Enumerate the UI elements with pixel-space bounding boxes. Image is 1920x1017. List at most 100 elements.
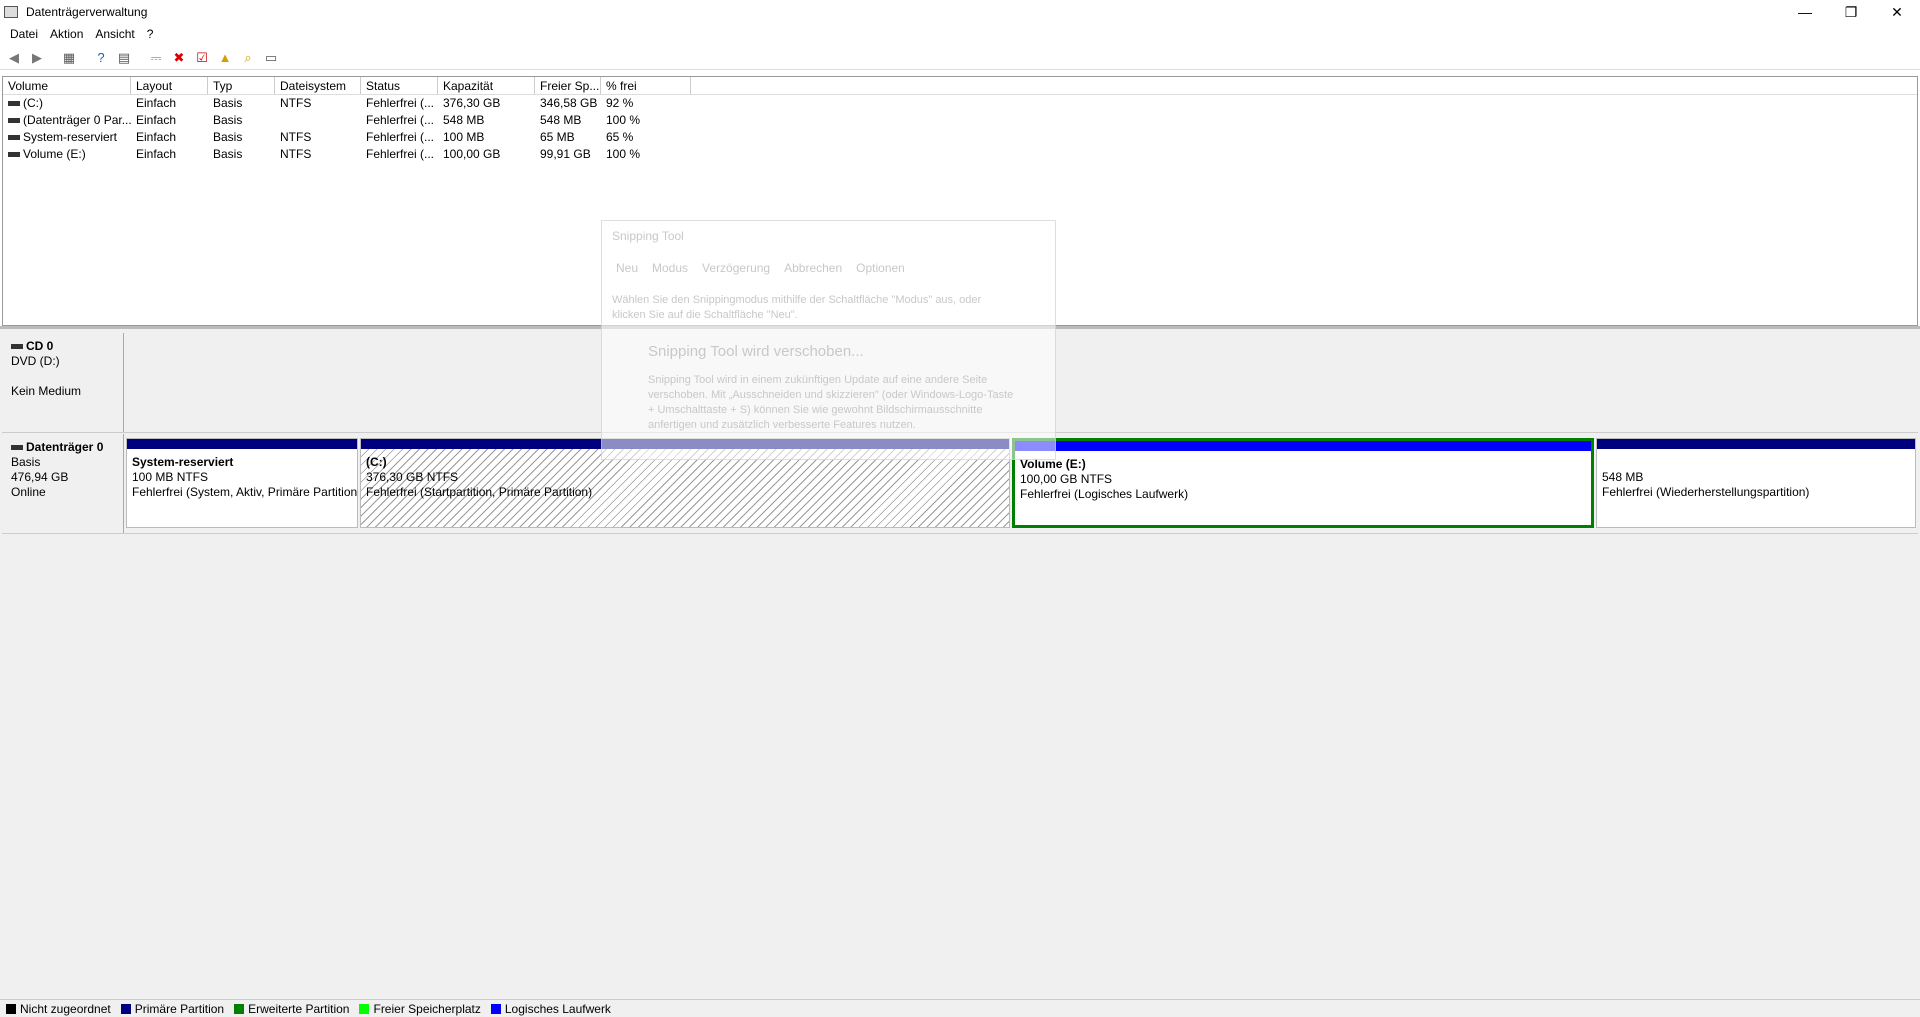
menu-datei[interactable]: Datei xyxy=(4,27,44,41)
legend-swatch xyxy=(490,1003,501,1014)
cell: 376,30 GB xyxy=(443,96,501,110)
close-button[interactable]: ✕ xyxy=(1874,0,1920,24)
snip-cancel-button[interactable]: Abbrechen xyxy=(784,261,842,275)
col-prozent-frei[interactable]: % frei xyxy=(601,77,691,94)
legend-swatch xyxy=(234,1003,245,1014)
up-icon[interactable]: ▦ xyxy=(59,48,79,68)
partition-status: Fehlerfrei (Logisches Laufwerk) xyxy=(1020,487,1189,501)
disk-management-icon xyxy=(4,6,18,18)
snip-delay-button[interactable]: Verzögerung xyxy=(702,261,770,275)
disk0-name: Datenträger 0 xyxy=(26,440,104,454)
cell: Fehlerfrei (... xyxy=(366,130,435,144)
search-folder-icon[interactable]: ⌕ xyxy=(238,48,258,68)
menu-ansicht[interactable]: Ansicht xyxy=(89,27,140,41)
partition-status: Fehlerfrei (Wiederherstellungspartition) xyxy=(1602,485,1810,499)
forward-icon[interactable]: ▶ xyxy=(27,48,47,68)
partition-size: 100,00 GB NTFS xyxy=(1020,472,1113,486)
volume-icon xyxy=(8,118,20,124)
partition-name: Volume (E:) xyxy=(1020,457,1086,471)
volume-icon xyxy=(8,101,20,107)
table-row[interactable]: Volume (E:) Einfach Basis NTFS Fehlerfre… xyxy=(3,146,1917,163)
minimize-button[interactable]: — xyxy=(1782,0,1828,24)
col-kapazitaet[interactable]: Kapazität xyxy=(438,77,535,94)
table-row[interactable]: (Datenträger 0 Par... Einfach Basis Fehl… xyxy=(3,112,1917,129)
partition-bar xyxy=(127,439,357,449)
col-freier-speicher[interactable]: Freier Sp... xyxy=(535,77,601,94)
cell: Einfach xyxy=(136,147,177,161)
cell: Basis xyxy=(213,130,243,144)
cell: 100 % xyxy=(606,113,641,127)
snip-new-button[interactable]: Neu xyxy=(616,261,638,275)
partition-bar xyxy=(1015,441,1591,451)
table-row[interactable]: System-reserviert Einfach Basis NTFS Feh… xyxy=(3,129,1917,146)
delete-icon[interactable]: ✖ xyxy=(169,48,189,68)
cell: 100 MB xyxy=(443,130,485,144)
cd-drive-icon xyxy=(11,344,23,350)
cell: (Datenträger 0 Par... xyxy=(23,113,131,127)
properties-icon[interactable]: ▤ xyxy=(114,48,134,68)
folder-up-icon[interactable]: ▲ xyxy=(215,48,235,68)
col-layout[interactable]: Layout xyxy=(131,77,208,94)
partition-e[interactable]: Volume (E:) 100,00 GB NTFS Fehlerfrei (L… xyxy=(1012,438,1594,528)
cell: Fehlerfrei (... xyxy=(366,96,435,110)
disk-icon xyxy=(11,445,23,451)
connect-icon[interactable]: ⎓ xyxy=(146,48,166,68)
partition-status: Fehlerfrei (System, Aktiv, Primäre Parti… xyxy=(132,485,357,499)
menu-aktion[interactable]: Aktion xyxy=(44,27,89,41)
check-icon[interactable]: ☑ xyxy=(192,48,212,68)
back-icon[interactable]: ◀ xyxy=(4,48,24,68)
legend-label: Logisches Laufwerk xyxy=(504,1001,611,1016)
legend-swatch xyxy=(6,1003,16,1014)
cd-media: Kein Medium xyxy=(11,384,82,398)
cell: 548 MB xyxy=(540,113,582,127)
col-dateisystem[interactable]: Dateisystem xyxy=(275,77,361,94)
title-bar: Datenträgerverwaltung — ❐ ✕ xyxy=(0,0,1920,24)
partition-bar xyxy=(1597,439,1915,449)
volume-list-header: Volume Layout Typ Dateisystem Status Kap… xyxy=(3,77,1917,95)
partition-system-reserved[interactable]: System-reserviert 100 MB NTFS Fehlerfrei… xyxy=(126,438,358,528)
cell: 100,00 GB xyxy=(443,147,501,161)
window-title: Datenträgerverwaltung xyxy=(26,5,148,19)
view-icon[interactable]: ▭ xyxy=(261,48,281,68)
legend-label: Primäre Partition xyxy=(134,1001,225,1016)
cd-name: CD 0 xyxy=(26,339,54,353)
cell: 548 MB xyxy=(443,113,485,127)
partition-name: System-reserviert xyxy=(132,455,234,469)
disk0-label[interactable]: Datenträger 0 Basis 476,94 GB Online xyxy=(2,434,124,533)
cell: Einfach xyxy=(136,96,177,110)
cell: (C:) xyxy=(23,96,43,110)
disk0-size: 476,94 GB xyxy=(11,470,69,484)
cell: Fehlerfrei (... xyxy=(366,113,435,127)
volume-icon xyxy=(8,135,20,141)
disk0-state: Online xyxy=(11,485,46,499)
cell: Einfach xyxy=(136,113,177,127)
cell: Basis xyxy=(213,113,243,127)
cell: NTFS xyxy=(280,96,312,110)
cell: Basis xyxy=(213,96,243,110)
col-volume[interactable]: Volume xyxy=(3,77,131,94)
help-icon[interactable]: ? xyxy=(91,48,111,68)
snip-mode-button[interactable]: Modus xyxy=(652,261,688,275)
table-row[interactable]: (C:) Einfach Basis NTFS Fehlerfrei (... … xyxy=(3,95,1917,112)
cell: 92 % xyxy=(606,96,634,110)
legend-swatch xyxy=(359,1003,370,1014)
menu-bar: Datei Aktion Ansicht ? xyxy=(0,24,1920,44)
cell: 65 % xyxy=(606,130,634,144)
legend-label: Nicht zugeordnet xyxy=(20,1001,111,1016)
maximize-button[interactable]: ❐ xyxy=(1828,0,1874,24)
cell xyxy=(275,112,361,129)
partition-recovery[interactable]: 548 MB Fehlerfrei (Wiederherstellungspar… xyxy=(1596,438,1916,528)
menu-help[interactable]: ? xyxy=(141,27,160,41)
snip-options-button[interactable]: Optionen xyxy=(856,261,905,275)
cd-label[interactable]: CD 0 DVD (D:) Kein Medium xyxy=(2,333,124,432)
col-typ[interactable]: Typ xyxy=(208,77,275,94)
cell: NTFS xyxy=(280,147,312,161)
snipping-tool-window[interactable]: Snipping Tool Neu Modus Verzögerung Abbr… xyxy=(601,220,1056,460)
disk0-type: Basis xyxy=(11,455,41,469)
col-status[interactable]: Status xyxy=(361,77,438,94)
legend: Nicht zugeordnet Primäre Partition Erwei… xyxy=(0,999,1920,1017)
legend-label: Erweiterte Partition xyxy=(248,1001,350,1016)
snipping-toolbar: Neu Modus Verzögerung Abbrechen Optionen xyxy=(602,255,1055,281)
cell: System-reserviert xyxy=(23,130,118,144)
cd-drive: DVD (D:) xyxy=(11,354,60,368)
